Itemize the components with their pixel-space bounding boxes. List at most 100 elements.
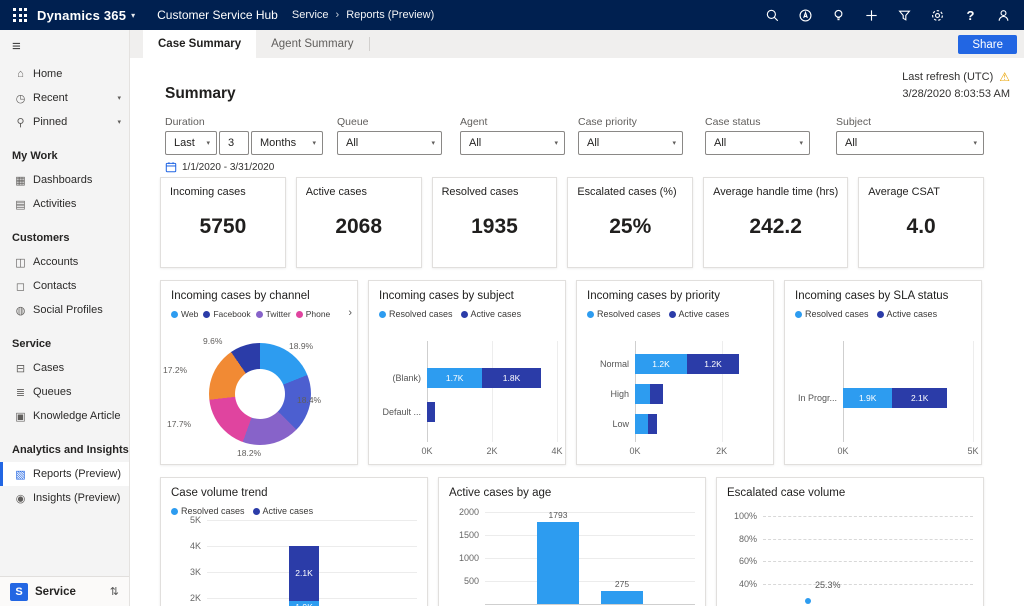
sidebar-item-label: Queues <box>33 386 72 398</box>
bar-segment-active-cases[interactable] <box>650 384 663 404</box>
bar-segment-active-cases[interactable]: 1.2K <box>687 354 739 374</box>
x-tick-label: 0K <box>837 446 848 456</box>
filter-icon[interactable] <box>896 7 913 24</box>
legend-label: Resolved cases <box>597 309 661 319</box>
sidebar-item-knowledge-articles[interactable]: ▣Knowledge Articles <box>0 404 129 428</box>
sidebar-item-cases[interactable]: ⊟Cases <box>0 356 129 380</box>
column-bar[interactable] <box>537 522 579 604</box>
legend-label: Active cases <box>263 506 314 516</box>
legend-item[interactable]: Resolved cases <box>795 309 869 319</box>
agent-dropdown[interactable]: All▾ <box>460 131 565 155</box>
area-switcher[interactable]: S Service ⇅ <box>0 576 129 606</box>
sidebar-section-my-work: My Work <box>0 148 129 164</box>
bar-segment-resolved-cases[interactable]: 1.7K <box>427 368 482 388</box>
subject-dropdown[interactable]: All▾ <box>836 131 984 155</box>
duration-unit-dropdown[interactable]: Months▾ <box>251 131 323 155</box>
bar-segment-resolved-cases[interactable]: 1.2K <box>635 354 687 374</box>
bar-segment-active-cases[interactable]: 1.8K <box>482 368 541 388</box>
legend-item[interactable]: Active cases <box>461 309 522 319</box>
compass-icon[interactable] <box>797 7 814 24</box>
x-tick-label: 0K <box>421 446 432 456</box>
person-icon[interactable] <box>995 7 1012 24</box>
bar-row: High <box>587 379 765 409</box>
column-bar[interactable] <box>601 591 643 604</box>
legend-item[interactable]: Active cases <box>253 506 314 516</box>
gridline <box>485 535 695 536</box>
kpi-card-average-handle-time[interactable]: Average handle time (hrs)242.2 <box>703 177 848 268</box>
breadcrumb-separator-icon: › <box>336 9 340 21</box>
legend-item[interactable]: Active cases <box>877 309 938 319</box>
chevron-down-icon[interactable]: ▾ <box>117 94 121 102</box>
hamburger-menu-icon[interactable]: ≡ <box>0 30 129 62</box>
legend-item[interactable]: Resolved cases <box>379 309 453 319</box>
sidebar-item-home[interactable]: ⌂Home <box>0 62 129 86</box>
x-axis: 0K5K <box>795 445 973 458</box>
sidebar-item-insights-preview[interactable]: ◉Insights (Preview) <box>0 486 129 510</box>
sidebar-item-dashboards[interactable]: ▦Dashboards <box>0 168 129 192</box>
breadcrumb-section[interactable]: Service <box>292 9 329 21</box>
sidebar-item-pinned[interactable]: ⚲Pinned▾ <box>0 110 129 134</box>
search-icon[interactable] <box>764 7 781 24</box>
legend-item[interactable]: Active cases <box>669 309 730 319</box>
kpi-card-resolved-cases[interactable]: Resolved cases1935 <box>432 177 558 268</box>
share-button[interactable]: Share <box>958 35 1017 54</box>
sidebar-item-label: Insights (Preview) <box>33 492 120 504</box>
legend-item[interactable]: Resolved cases <box>587 309 661 319</box>
sidebar-item-queues[interactable]: ≣Queues <box>0 380 129 404</box>
breadcrumb-page[interactable]: Reports (Preview) <box>346 9 434 21</box>
kpi-card-average-csat[interactable]: Average CSAT4.0 <box>858 177 984 268</box>
column-segment-active-cases[interactable]: 2.1K <box>289 546 319 601</box>
sidebar-item-contacts[interactable]: ◻Contacts <box>0 274 129 298</box>
sidebar-item-social-profiles[interactable]: ◍Social Profiles <box>0 298 129 322</box>
legend-dot <box>171 311 178 318</box>
column-segment-resolved-cases[interactable]: 1.9K <box>289 601 319 606</box>
chart-legend: Resolved cases Active cases <box>587 309 729 319</box>
sidebar-item-reports-preview[interactable]: ▧Reports (Preview) <box>0 462 129 486</box>
sidebar-item-recent[interactable]: ◷Recent▾ <box>0 86 129 110</box>
kpi-card-escalated-cases[interactable]: Escalated cases (%)25% <box>567 177 693 268</box>
kpi-card-incoming-cases[interactable]: Incoming cases5750 <box>160 177 286 268</box>
case-priority-dropdown[interactable]: All▾ <box>578 131 683 155</box>
duration-value-input[interactable]: 3 <box>219 131 249 155</box>
gear-icon[interactable] <box>929 7 946 24</box>
trend-stacked-column[interactable]: 2.1K1.9K <box>289 546 319 606</box>
x-axis: 0K2K4K <box>379 445 557 458</box>
help-icon[interactable]: ? <box>962 7 979 24</box>
bar-track: 1.9K2.1K <box>843 388 973 408</box>
legend-item[interactable]: Web <box>171 309 198 319</box>
bar-segment-active-cases[interactable]: 2.1K <box>892 388 947 408</box>
gridline <box>973 341 974 442</box>
channel-donut-chart[interactable] <box>209 343 311 445</box>
legend-item[interactable]: Facebook <box>203 309 250 319</box>
queue-dropdown[interactable]: All▾ <box>337 131 442 155</box>
filter-case-status: Case status All▾ <box>705 116 810 155</box>
calendar-icon <box>165 161 177 173</box>
sidebar-item-label: Accounts <box>33 256 78 268</box>
bar-row: In Progr...1.9K2.1K <box>795 381 973 415</box>
case-status-dropdown[interactable]: All▾ <box>705 131 810 155</box>
legend-item[interactable]: Phone <box>296 309 331 319</box>
add-icon[interactable] <box>863 7 880 24</box>
duration-operator-dropdown[interactable]: Last▾ <box>165 131 217 155</box>
tab-case-summary[interactable]: Case Summary <box>143 30 256 58</box>
bar-segment-resolved-cases[interactable]: 1.9K <box>843 388 892 408</box>
waffle-icon[interactable] <box>13 8 27 22</box>
app-title[interactable]: Dynamics 365 <box>37 8 126 23</box>
x-tick-label: 4K <box>551 446 562 456</box>
bar-segment-resolved-cases[interactable] <box>635 384 650 404</box>
bar-segment-resolved-cases[interactable] <box>635 414 648 434</box>
sidebar-item-accounts[interactable]: ◫Accounts <box>0 250 129 274</box>
bar-segment-active-cases[interactable] <box>648 414 657 434</box>
sidebar-item-activities[interactable]: ▤Activities <box>0 192 129 216</box>
y-axis-label: 80% <box>729 534 757 544</box>
subject-bar-chart: (Blank)1.7K1.8KDefault ...0K2K4K <box>379 341 557 458</box>
legend-more-icon[interactable]: › <box>348 307 352 319</box>
data-point[interactable] <box>805 598 811 604</box>
area-switcher-arrows-icon[interactable]: ⇅ <box>110 585 119 598</box>
kpi-card-active-cases[interactable]: Active cases2068 <box>296 177 422 268</box>
tab-agent-summary[interactable]: Agent Summary <box>256 30 368 58</box>
bar-segment-active-cases[interactable] <box>427 402 435 422</box>
lightbulb-icon[interactable] <box>830 7 847 24</box>
chevron-down-icon[interactable]: ▾ <box>117 118 121 126</box>
legend-item[interactable]: Twitter <box>256 309 291 319</box>
